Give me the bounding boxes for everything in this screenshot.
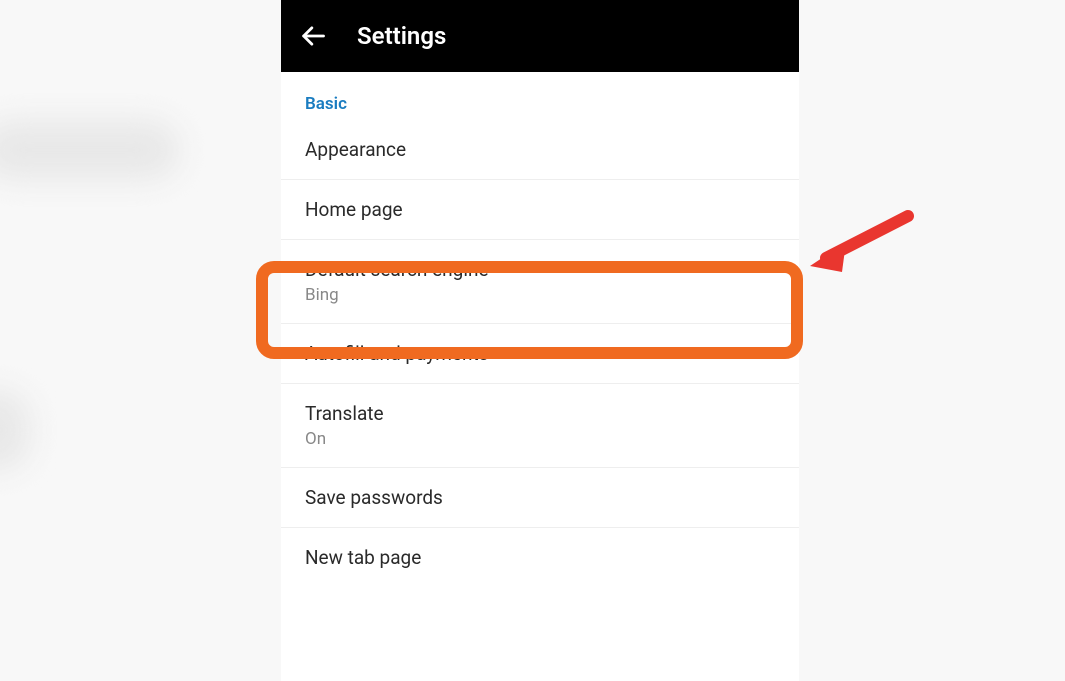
app-bar: Settings bbox=[281, 0, 799, 72]
settings-item-default-search-engine[interactable]: Default search engine Bing bbox=[281, 240, 799, 324]
back-arrow-icon[interactable] bbox=[299, 22, 327, 50]
settings-item-appearance[interactable]: Appearance bbox=[281, 120, 799, 180]
item-title: Home page bbox=[305, 198, 775, 221]
blurred-background-shape bbox=[0, 120, 180, 180]
item-subtitle: On bbox=[305, 429, 775, 449]
item-title: Appearance bbox=[305, 138, 775, 161]
settings-item-translate[interactable]: Translate On bbox=[281, 384, 799, 468]
page-title: Settings bbox=[357, 22, 446, 50]
settings-screen: Settings Basic Appearance Home page Defa… bbox=[281, 0, 799, 681]
section-header-basic: Basic bbox=[281, 72, 799, 120]
item-title: Save passwords bbox=[305, 486, 775, 509]
item-title: New tab page bbox=[305, 546, 775, 569]
item-title: Translate bbox=[305, 402, 775, 425]
settings-item-new-tab-page[interactable]: New tab page bbox=[281, 528, 799, 587]
item-title: Autofill and payments bbox=[305, 342, 775, 365]
settings-item-save-passwords[interactable]: Save passwords bbox=[281, 468, 799, 528]
item-subtitle: Bing bbox=[305, 285, 775, 305]
settings-list: Basic Appearance Home page Default searc… bbox=[281, 72, 799, 587]
item-title: Default search engine bbox=[305, 258, 775, 281]
annotation-arrow-icon bbox=[808, 208, 918, 278]
settings-item-homepage[interactable]: Home page bbox=[281, 180, 799, 240]
blurred-background-shape bbox=[0, 390, 30, 470]
settings-item-autofill[interactable]: Autofill and payments bbox=[281, 324, 799, 384]
